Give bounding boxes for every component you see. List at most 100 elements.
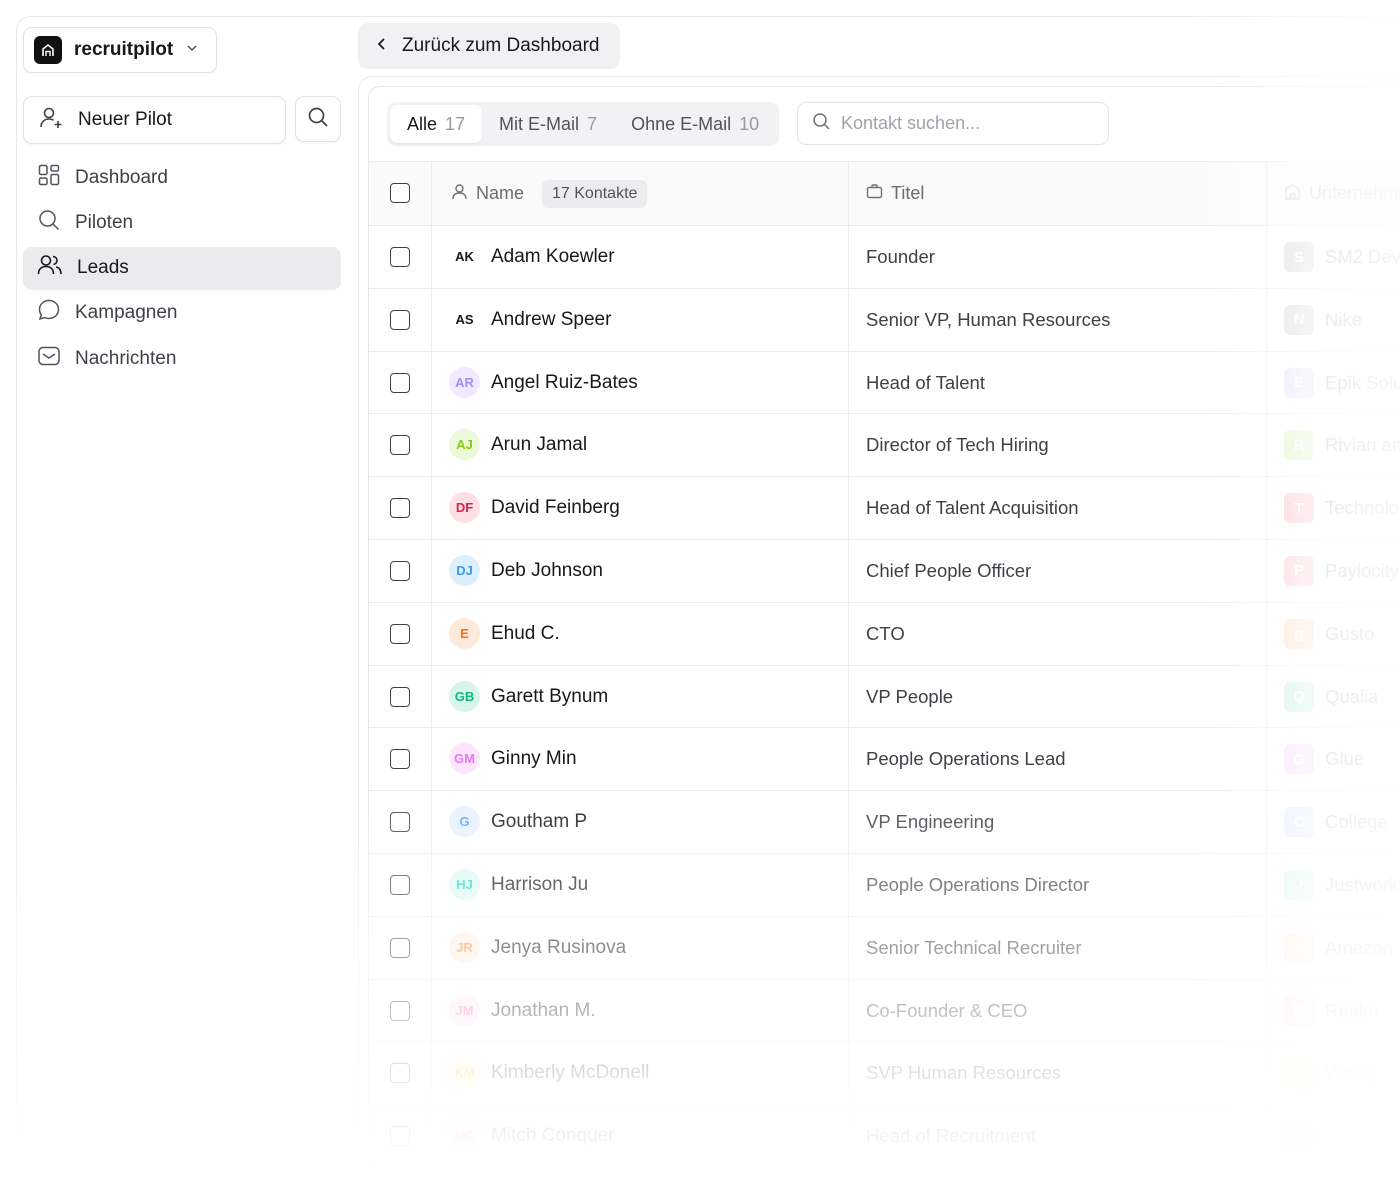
company-name: Nike <box>1325 308 1363 330</box>
table-row[interactable]: MC Mitch Conquer Head of Recruitment <box>369 1105 1400 1168</box>
leads-table-body: AK Adam Koewler Founder S SM2 Dev AS Andrew S… <box>369 226 1400 1168</box>
contact-title: VP Engineering <box>866 811 995 833</box>
company-logo-icon: A <box>1284 932 1314 963</box>
table-row[interactable]: JR Jenya Rusinova Senior Technical Recruit… <box>369 917 1400 980</box>
column-header-company[interactable]: Unternehmen <box>1284 162 1400 225</box>
table-row[interactable]: G Goutham P VP Engineering C College <box>369 791 1400 854</box>
table-row[interactable]: GB Garett Bynum VP People Q Qualia <box>369 666 1400 729</box>
contact-name: Goutham P <box>491 811 588 833</box>
workspace-switcher[interactable]: recruitpilot <box>23 27 217 73</box>
new-pilot-label: Neuer Pilot <box>78 109 172 130</box>
company-name: Realm <box>1325 999 1379 1021</box>
avatar: E <box>449 617 480 649</box>
grid-icon <box>37 163 61 193</box>
company-logo-icon: G <box>1284 744 1314 775</box>
sidebar-item-piloten[interactable]: Piloten <box>23 201 341 244</box>
row-checkbox[interactable] <box>390 812 410 833</box>
company-logo-icon: T <box>1284 493 1314 524</box>
column-header-title[interactable]: Titel <box>866 162 924 225</box>
tab-mit-email[interactable]: Mit E-Mail 7 <box>482 105 614 143</box>
contact-name: David Feinberg <box>491 497 620 519</box>
row-checkbox[interactable] <box>390 686 410 707</box>
contact-title: People Operations Director <box>866 873 1090 895</box>
row-checkbox[interactable] <box>390 623 410 644</box>
company-name: College <box>1325 811 1388 833</box>
leads-panel: Alle 17 Mit E-Mail 7 Ohne E-Mail 10 Name… <box>368 86 1400 1178</box>
contact-title: CTO <box>866 622 905 644</box>
row-checkbox[interactable] <box>390 498 410 519</box>
company-name: Amazon <box>1325 936 1393 958</box>
tab-alle[interactable]: Alle 17 <box>390 105 483 143</box>
avatar: AK <box>449 241 480 272</box>
contact-name: Garett Bynum <box>491 685 609 707</box>
table-row[interactable]: DJ Deb Johnson Chief People Officer P Payloc… <box>369 540 1400 603</box>
tab-count: 7 <box>587 113 598 134</box>
table-row[interactable]: HJ Harrison Ju People Operations Director J… <box>369 854 1400 917</box>
tab-ohne-email[interactable]: Ohne E-Mail 10 <box>614 105 776 143</box>
tab-label: Mit E-Mail <box>499 113 580 134</box>
column-label: Unternehmen <box>1309 183 1400 203</box>
sidebar-item-kampagnen[interactable]: Kampagnen <box>23 292 341 335</box>
select-all-checkbox[interactable] <box>390 183 410 203</box>
sidebar-item-dashboard[interactable]: Dashboard <box>23 156 341 199</box>
table-row[interactable]: KM Kimberly McDonell SVP Human Resources W W… <box>369 1042 1400 1106</box>
users-icon <box>37 253 63 283</box>
sidebar-item-label: Dashboard <box>75 166 168 188</box>
building-icon <box>1284 183 1301 205</box>
search-icon <box>37 208 61 238</box>
table-row[interactable]: AK Adam Koewler Founder S SM2 Dev <box>369 226 1400 289</box>
row-checkbox[interactable] <box>390 749 410 770</box>
company-logo-icon: W <box>1284 1058 1314 1089</box>
row-checkbox[interactable] <box>390 1063 410 1084</box>
company-name: Paylocity <box>1325 559 1400 581</box>
company-logo-icon: g <box>1284 618 1314 649</box>
row-checkbox[interactable] <box>390 1126 410 1147</box>
row-checkbox[interactable] <box>390 874 410 895</box>
table-row[interactable]: AR Angel Ruiz-Bates Head of Talent E Epik So… <box>369 352 1400 415</box>
new-pilot-button[interactable]: Neuer Pilot <box>23 96 286 144</box>
row-checkbox[interactable] <box>390 372 410 393</box>
row-checkbox[interactable] <box>390 1000 410 1021</box>
briefcase-icon <box>866 183 883 205</box>
column-header-name[interactable]: Name 17 Kontakte <box>451 162 648 225</box>
contact-search-input[interactable] <box>841 113 1091 134</box>
table-row[interactable]: AJ Arun Jamal Director of Tech Hiring R Rivi… <box>369 414 1400 478</box>
table-row[interactable]: JM Jonathan M. Co-Founder & CEO R Realm <box>369 980 1400 1043</box>
sidebar-nav: Dashboard Piloten Leads Kampagnen Nachri… <box>23 156 341 382</box>
company-name: Warby <box>1325 1062 1378 1084</box>
row-checkbox[interactable] <box>390 937 410 958</box>
company-logo-icon: J <box>1284 869 1314 900</box>
row-checkbox[interactable] <box>390 309 410 330</box>
table-row[interactable]: E Ehud C. CTO g Gusto <box>369 603 1400 666</box>
sidebar-search-button[interactable] <box>295 96 341 142</box>
tab-label: Ohne E-Mail <box>631 113 732 134</box>
row-checkbox[interactable] <box>390 247 410 267</box>
contact-title: Co-Founder & CEO <box>866 999 1028 1021</box>
avatar: KM <box>449 1057 480 1089</box>
row-checkbox[interactable] <box>390 435 410 456</box>
sidebar-item-nachrichten[interactable]: Nachrichten <box>23 337 341 380</box>
avatar: DF <box>449 492 480 524</box>
company-logo-icon <box>1284 1121 1314 1152</box>
sidebar-item-label: Piloten <box>75 211 134 233</box>
avatar: GM <box>449 743 480 775</box>
table-row[interactable]: DF David Feinberg Head of Talent Acquisiti… <box>369 477 1400 540</box>
table-row[interactable]: GM Ginny Min People Operations Lead G Glue <box>369 728 1400 792</box>
user-plus-icon <box>38 105 64 136</box>
contact-search[interactable] <box>797 102 1109 145</box>
sidebar-item-leads[interactable]: Leads <box>23 246 341 290</box>
sidebar-item-label: Kampagnen <box>75 302 178 324</box>
contact-name: Mitch Conquer <box>491 1125 615 1147</box>
contact-name: Jenya Rusinova <box>491 936 627 958</box>
company-name: Justworks <box>1325 873 1400 895</box>
back-to-dashboard-button[interactable]: Zurück zum Dashboard <box>358 23 620 69</box>
contact-name: Angel Ruiz-Bates <box>491 371 638 393</box>
company-name: Rivian and <box>1325 434 1400 456</box>
contact-name: Harrison Ju <box>491 873 589 895</box>
table-row[interactable]: AS Andrew Speer Senior VP, Human Resources… <box>369 289 1400 352</box>
tab-count: 17 <box>445 113 466 134</box>
company-name: Qualia <box>1325 685 1379 707</box>
workspace-name: recruitpilot <box>74 39 174 60</box>
inbox-icon <box>37 344 61 374</box>
row-checkbox[interactable] <box>390 560 410 581</box>
